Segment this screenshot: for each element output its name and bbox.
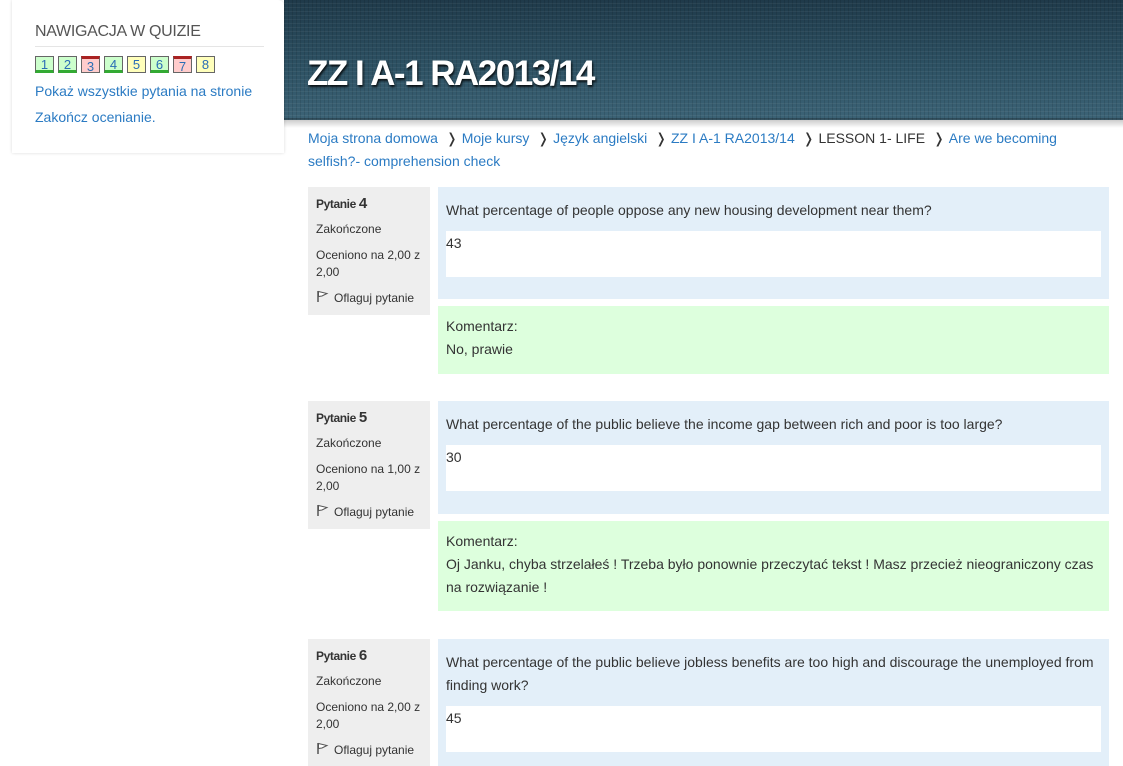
breadcrumb-current: LESSON 1- LIFE [818,130,926,146]
breadcrumb-separator: ❭ [802,130,815,146]
quiz-nav-button-1[interactable]: 1 [35,56,54,73]
question-grade: Oceniono na 2,00 z 2,00 [316,700,421,731]
feedback-text: No, prawie [446,341,513,357]
flag-icon [316,504,329,520]
flag-question-button[interactable]: Oflaguj pytanie [316,742,422,758]
quiz-nav-button-8[interactable]: 8 [196,56,215,73]
flag-icon [316,742,329,758]
quiz-nav-button-4[interactable]: 4 [104,56,123,73]
finish-review-link[interactable]: Zakończ ocenianie. [35,109,156,125]
quiz-nav-heading: NAWIGACJA W QUIZIE [35,22,264,47]
quiz-nav-button-7[interactable]: 7 [173,56,192,74]
breadcrumb-course-link[interactable]: ZZ I A-1 RA2013/14 [671,130,795,146]
question-grade: Oceniono na 1,00 z 2,00 [316,462,421,493]
breadcrumb-separator: ❭ [655,130,667,146]
question-info-4: Pytanie 4 Zakończone Oceniono na 2,00 z … [308,187,430,315]
breadcrumb-separator: ❭ [537,130,550,146]
site-title: ZZ I A-1 RA2013/14 [307,54,595,93]
flag-question-button[interactable]: Oflaguj pytanie [316,290,422,306]
quiz-nav-buttons: 1 2 3 4 5 6 7 8 [35,56,215,74]
feedback-label: Komentarz: [446,318,518,334]
breadcrumb: Moja strona domowa ❭ Moje kursy ❭ Język angi… [308,127,1078,173]
question-text: What percentage of people oppose any new… [446,202,932,218]
question-status: Zakończone [316,222,382,236]
question-number: Pytanie 4 [316,195,367,212]
show-all-questions-link[interactable]: Pokaż wszystkie pytania na stronie [35,83,252,99]
feedback-block-4: Komentarz: No, prawie [438,306,1109,374]
quiz-navigation-block: NAWIGACJA W QUIZIE 1 2 3 4 5 6 7 8 Pokaż… [12,0,284,153]
question-text: What percentage of the public believe jo… [446,654,1094,693]
question-text-block-6: What percentage of the public believe jo… [438,639,1109,766]
feedback-block-5: Komentarz: Oj Janku, chyba strzelałeś ! … [438,521,1109,611]
breadcrumb-english-link[interactable]: Język angielski [553,130,647,146]
answer-field: 45 [446,706,1101,752]
question-status: Zakończone [316,674,382,688]
feedback-text: Oj Janku, chyba strzelałeś ! Trzeba było… [446,556,1094,595]
question-grade: Oceniono na 2,00 z 2,00 [316,248,421,279]
question-status: Zakończone [316,436,382,450]
question-number: Pytanie 6 [316,647,367,664]
breadcrumb-my-courses-link[interactable]: Moje kursy [462,130,530,146]
flag-question-label: Oflaguj pytanie [334,743,415,757]
question-info-5: Pytanie 5 Zakończone Oceniono na 1,00 z … [308,401,430,529]
question-text-block-4: What percentage of people oppose any new… [438,187,1109,299]
question-number: Pytanie 5 [316,409,367,426]
flag-question-label: Oflaguj pytanie [334,505,415,519]
quiz-nav-button-5[interactable]: 5 [127,56,146,73]
quiz-nav-button-3[interactable]: 3 [81,56,100,74]
answer-field: 43 [446,231,1101,277]
question-text: What percentage of the public believe th… [446,416,1003,432]
answer-field: 30 [446,445,1101,491]
flag-question-label: Oflaguj pytanie [334,291,415,305]
question-text-block-5: What percentage of the public believe th… [438,401,1109,514]
breadcrumb-home-link[interactable]: Moja strona domowa [308,130,438,146]
flag-icon [316,290,329,306]
feedback-label: Komentarz: [446,533,518,549]
quiz-nav-button-6[interactable]: 6 [150,56,169,73]
quiz-nav-button-2[interactable]: 2 [58,56,77,73]
breadcrumb-separator: ❭ [445,130,458,146]
breadcrumb-separator: ❭ [933,130,945,146]
flag-question-button[interactable]: Oflaguj pytanie [316,504,422,520]
question-info-6: Pytanie 6 Zakończone Oceniono na 2,00 z … [308,639,430,766]
